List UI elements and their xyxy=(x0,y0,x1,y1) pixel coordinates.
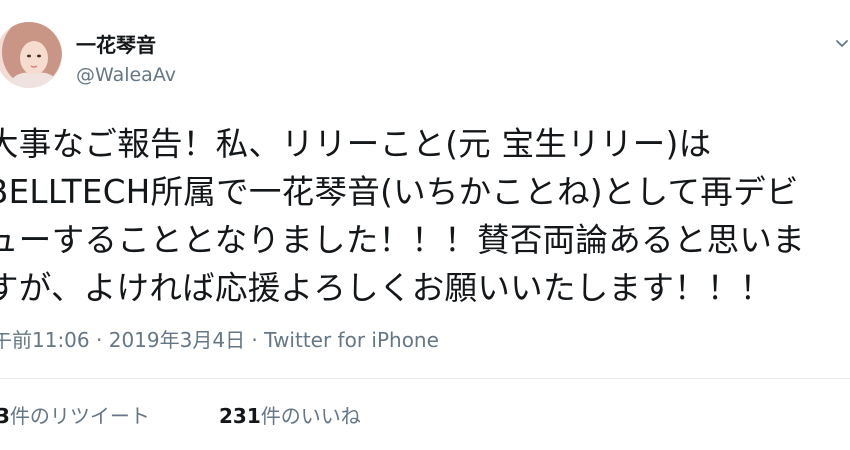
tweet-text-line: ューすることとなりました！！！賛否両論あると思いま xyxy=(0,221,806,259)
retweets-count: 3 xyxy=(0,404,10,428)
divider xyxy=(0,378,850,379)
chevron-down-icon[interactable] xyxy=(835,36,849,50)
tweet-text-line: BELLTECH所属で一花琴音(いちかことね)として再デビ xyxy=(0,173,799,211)
tweet-date[interactable]: 2019年3月4日 xyxy=(109,328,245,352)
retweets-label: 件のリツイート xyxy=(9,404,150,428)
likes-stat[interactable]: 231件のいいね xyxy=(219,402,361,430)
meta-separator: · xyxy=(89,328,109,352)
likes-count: 231 xyxy=(219,404,261,428)
avatar[interactable] xyxy=(0,22,62,88)
tweet-source[interactable]: Twitter for iPhone xyxy=(264,328,439,352)
tweet-meta: 午前11:06 · 2019年3月4日 · Twitter for iPhone xyxy=(0,326,439,354)
likes-label: 件のいいね xyxy=(260,404,361,428)
display-name[interactable]: 一花琴音 xyxy=(76,32,156,58)
avatar-image xyxy=(0,22,62,88)
tweet-text: 大事なご報告！私、リリーこと(元 宝生リリー)は BELLTECH所属で一花琴音… xyxy=(0,120,850,312)
meta-separator: · xyxy=(245,328,265,352)
tweet-text-line: 大事なご報告！私、リリーこと(元 宝生リリー)は xyxy=(0,125,712,163)
tweet-text-line: すが、よければ応援よろしくお願いいたします！！！ xyxy=(0,269,773,307)
tweet-card: 一花琴音 @WaleaAv 大事なご報告！私、リリーこと(元 宝生リリー)は B… xyxy=(0,0,850,450)
user-handle[interactable]: @WaleaAv xyxy=(76,63,176,87)
retweets-stat[interactable]: 3件のリツイート xyxy=(0,402,150,430)
tweet-time[interactable]: 午前11:06 xyxy=(0,328,90,352)
